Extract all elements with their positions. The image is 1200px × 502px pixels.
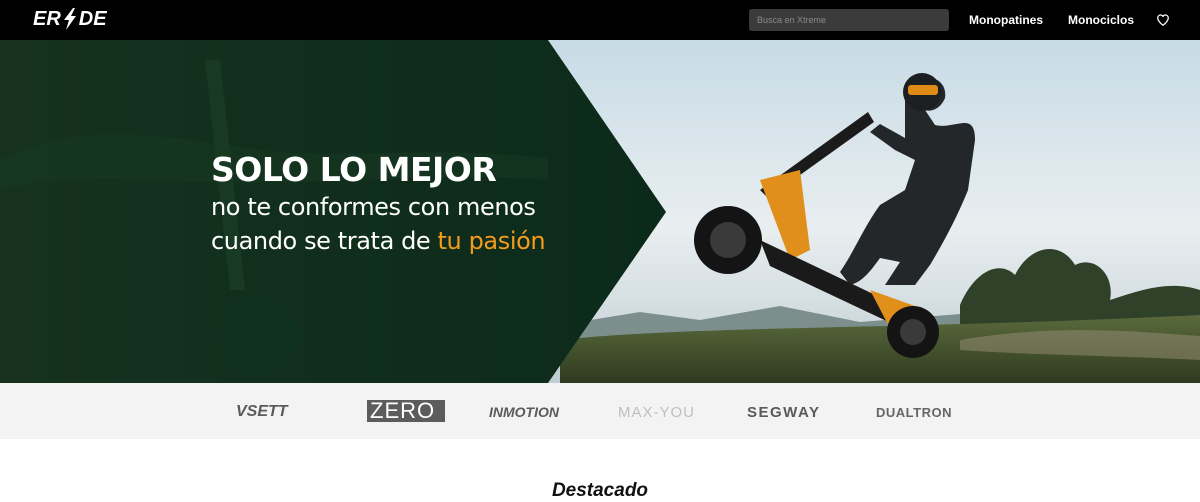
hero-scooter-photo xyxy=(0,40,1200,383)
logo-text-left: ER xyxy=(33,7,61,30)
site-logo[interactable]: ER DE xyxy=(33,8,107,30)
hero-subline-1: no te conformes con menos xyxy=(211,193,536,221)
featured-section-title: Destacado xyxy=(551,480,649,501)
nav-link-monopatines[interactable]: Monopatines xyxy=(969,13,1043,27)
brand-logo-segway[interactable]: SEGWAY xyxy=(747,402,820,422)
brand-logo-zero[interactable]: ZERO xyxy=(367,398,446,423)
nav-link-monociclos[interactable]: Monociclos xyxy=(1068,13,1134,27)
brand-logo-strip: VSETT ZERO INMOTION MAX-YOU SEGWAY DUALT… xyxy=(0,383,1200,439)
hero-headline: SOLO LO MEJOR xyxy=(211,150,497,189)
top-navigation-bar: ER DE Monopatines Monociclos xyxy=(0,0,1200,40)
logo-text-right: DE xyxy=(78,7,107,30)
hero-tagline: SOLO LO MEJOR no te conformes con menos … xyxy=(211,150,546,258)
brand-logo-maxyou[interactable]: MAX-YOU xyxy=(618,402,695,422)
heart-icon[interactable] xyxy=(1156,13,1170,27)
hero-subline-2: cuando se trata de tu pasión xyxy=(211,224,546,258)
hero-accent-text: tu pasión xyxy=(437,227,546,255)
brand-logo-inmotion[interactable]: INMOTION xyxy=(489,402,559,422)
brand-logo-vsett[interactable]: VSETT xyxy=(236,402,288,422)
brand-logo-dualtron[interactable]: DUALTRON xyxy=(876,402,952,422)
hero-banner[interactable]: SOLO LO MEJOR no te conformes con menos … xyxy=(0,40,1200,383)
hero-subline-2-text: cuando se trata de xyxy=(211,227,438,255)
lightning-bolt-icon xyxy=(63,8,76,30)
search-input[interactable] xyxy=(749,9,949,31)
